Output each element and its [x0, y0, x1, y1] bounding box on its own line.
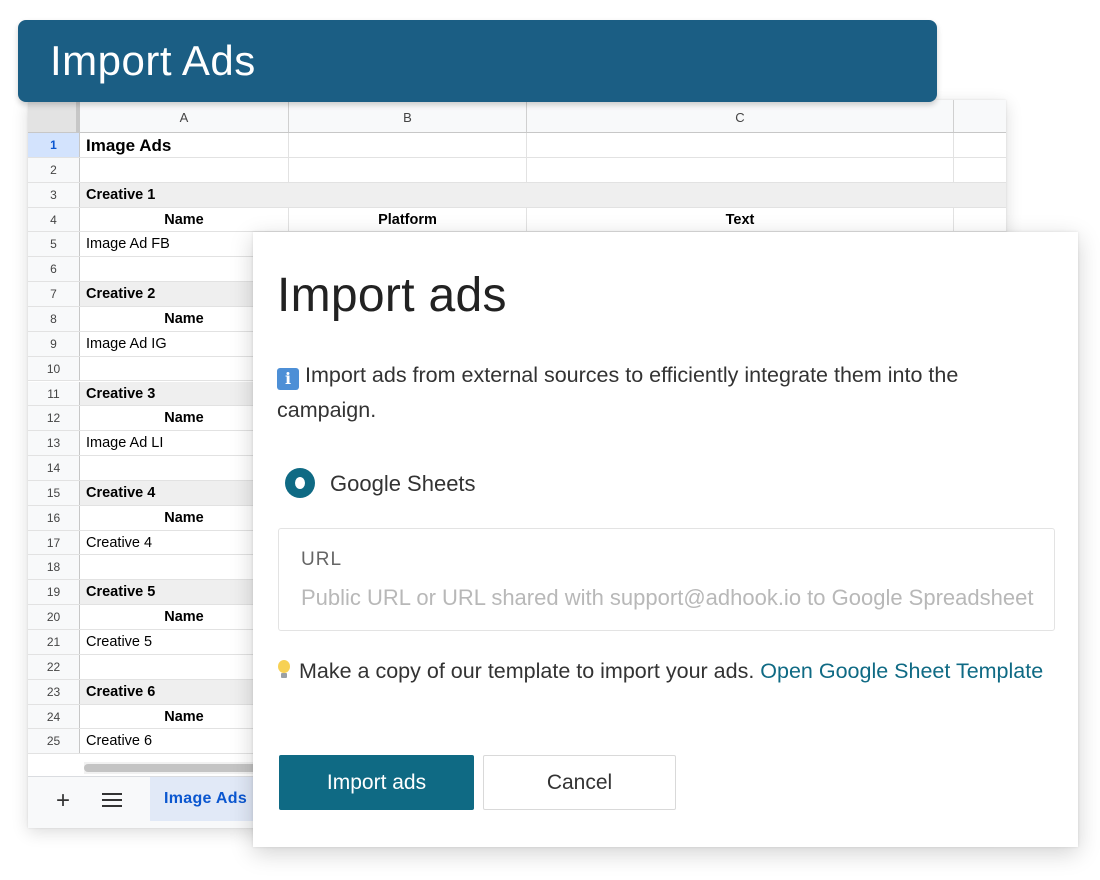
- lightbulb-icon: [277, 660, 291, 680]
- import-ads-dialog: Import ads i Import ads from external sou…: [253, 232, 1078, 847]
- row-number[interactable]: 13: [28, 431, 80, 456]
- url-field[interactable]: URL: [278, 528, 1055, 631]
- open-template-link[interactable]: Open Google Sheet Template: [760, 659, 1043, 683]
- template-tip: Make a copy of our template to import yo…: [277, 653, 1057, 689]
- row-number[interactable]: 12: [28, 406, 80, 431]
- column-header-c[interactable]: C: [527, 100, 954, 132]
- row-number[interactable]: 18: [28, 555, 80, 580]
- row-number[interactable]: 14: [28, 456, 80, 480]
- hamburger-menu-icon[interactable]: [102, 793, 122, 811]
- page-banner: Import Ads: [18, 20, 937, 102]
- cell-c[interactable]: [527, 183, 954, 207]
- row-number[interactable]: 6: [28, 257, 80, 282]
- row-number[interactable]: 25: [28, 729, 80, 754]
- cell-d[interactable]: [954, 133, 1006, 157]
- info-icon: i: [277, 368, 299, 390]
- column-header-bar: A B C: [28, 100, 1006, 133]
- info-message: i Import ads from external sources to eff…: [277, 358, 1057, 428]
- column-header-a[interactable]: A: [80, 100, 289, 132]
- cell-c[interactable]: [527, 133, 954, 157]
- row-number[interactable]: 19: [28, 580, 80, 605]
- row-number[interactable]: 10: [28, 356, 80, 381]
- table-row: 1 Image Ads: [28, 133, 1006, 158]
- url-input[interactable]: [301, 585, 1036, 611]
- cell-d[interactable]: [954, 208, 1006, 232]
- row-number[interactable]: 1: [28, 133, 80, 157]
- table-row: 2: [28, 157, 1006, 183]
- row-number[interactable]: 22: [28, 654, 80, 679]
- column-header-b[interactable]: B: [289, 100, 527, 132]
- row-number[interactable]: 2: [28, 157, 80, 182]
- cell-c[interactable]: Text: [527, 207, 954, 232]
- cell-d[interactable]: [954, 158, 1006, 182]
- row-number[interactable]: 9: [28, 331, 80, 356]
- cell-b[interactable]: [289, 183, 527, 207]
- cell-a[interactable]: [80, 157, 289, 182]
- cell-b[interactable]: [289, 133, 527, 157]
- cancel-button[interactable]: Cancel: [483, 755, 676, 810]
- row-number[interactable]: 8: [28, 306, 80, 331]
- row-number[interactable]: 4: [28, 207, 80, 232]
- row-number[interactable]: 5: [28, 232, 80, 257]
- radio-selected-icon[interactable]: [285, 468, 315, 498]
- source-option-label[interactable]: Google Sheets: [330, 470, 476, 498]
- row-number[interactable]: 7: [28, 282, 80, 306]
- cell-a[interactable]: Name: [80, 207, 289, 232]
- table-row: 3 Creative 1: [28, 182, 1006, 208]
- tip-text: Make a copy of our template to import yo…: [299, 659, 755, 683]
- cell-b[interactable]: [289, 157, 527, 182]
- row-number[interactable]: 23: [28, 679, 80, 704]
- row-number[interactable]: 24: [28, 704, 80, 729]
- row-number[interactable]: 15: [28, 480, 80, 505]
- banner-title: Import Ads: [50, 37, 256, 84]
- row-number[interactable]: 3: [28, 182, 80, 207]
- row-number[interactable]: 16: [28, 505, 80, 530]
- select-all-corner[interactable]: [28, 100, 80, 132]
- cell-b[interactable]: Platform: [289, 207, 527, 232]
- import-ads-button[interactable]: Import ads: [279, 755, 474, 810]
- dialog-title: Import ads: [277, 269, 507, 322]
- plus-icon[interactable]: +: [56, 789, 70, 813]
- cell-a[interactable]: Image Ads: [80, 133, 289, 157]
- row-number[interactable]: 20: [28, 605, 80, 629]
- column-header-d[interactable]: [954, 100, 1006, 132]
- url-label: URL: [301, 549, 343, 570]
- table-row: 4 Name Platform Text: [28, 207, 1006, 233]
- cell-a[interactable]: Creative 1: [80, 183, 289, 207]
- row-number[interactable]: 11: [28, 381, 80, 406]
- info-text: Import ads from external sources to effi…: [277, 363, 959, 422]
- row-number[interactable]: 21: [28, 630, 80, 654]
- row-number[interactable]: 17: [28, 530, 80, 555]
- cell-d[interactable]: [954, 183, 1006, 207]
- cell-c[interactable]: [527, 157, 954, 182]
